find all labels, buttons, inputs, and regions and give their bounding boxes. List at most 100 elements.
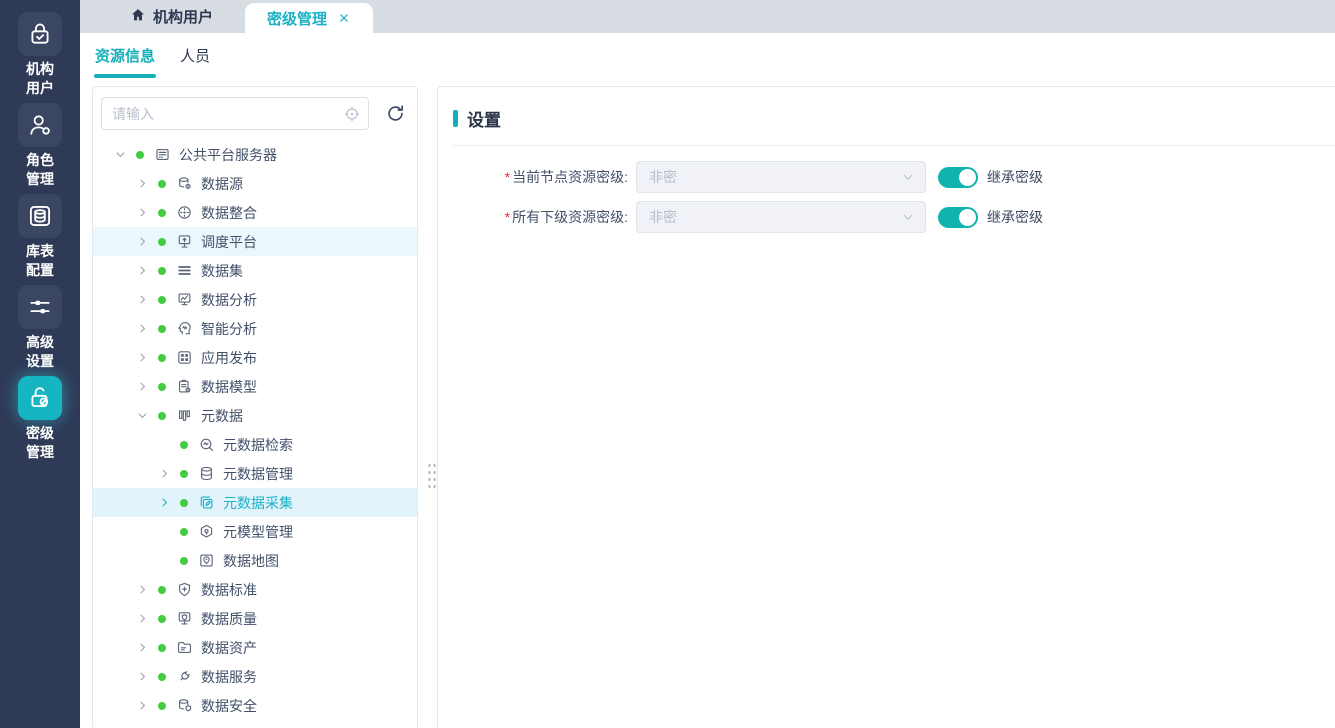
chevron-right-icon (136, 612, 149, 625)
sub-tab-label: 资源信息 (95, 45, 155, 66)
status-dot (158, 238, 166, 246)
tree-node[interactable]: 数据标准 (93, 575, 417, 604)
chevron-down-icon[interactable] (113, 148, 127, 162)
tree-node[interactable]: 公共平台服务器 (93, 140, 417, 169)
tree-node[interactable]: 应用发布 (93, 343, 417, 372)
chevron-right-icon[interactable] (135, 206, 149, 220)
content-area: 公共平台服务器数据源数据整合调度平台数据集数据分析智能分析应用发布数据模型元数据… (80, 78, 1335, 728)
map-icon (198, 552, 215, 569)
sidebar-item-advanced-settings[interactable]: 高级设置 (18, 285, 62, 371)
status-dot (180, 470, 188, 478)
sidebar-item-role-mgmt[interactable]: 角色管理 (18, 103, 62, 189)
chevron-down-icon[interactable] (135, 409, 149, 423)
sidebar-item-table-config[interactable]: 库表配置 (18, 194, 62, 280)
chevron-right-icon (136, 699, 149, 712)
lock-check-icon (27, 21, 53, 47)
database-icon (198, 465, 215, 482)
close-icon[interactable] (337, 11, 351, 25)
tree-node[interactable]: 数据集 (93, 256, 417, 285)
chevron-spacer (157, 438, 171, 452)
tree-node-label: 数据标准 (201, 580, 257, 600)
tree-node-label: 数据资产 (201, 638, 257, 658)
datasource-icon (176, 175, 193, 192)
tab-label: 密级管理 (267, 8, 327, 29)
status-dot (158, 180, 166, 188)
chevron-down-icon (901, 170, 915, 184)
tree-node-label: 数据源 (201, 174, 243, 194)
chevron-right-icon (136, 293, 149, 306)
ai-icon (176, 320, 193, 337)
form-row-0: *当前节点资源密级:非密继承密级 (438, 161, 1335, 193)
status-dot (158, 296, 166, 304)
chevron-right-icon[interactable] (135, 264, 149, 278)
tree-node[interactable]: 元数据检索 (93, 430, 417, 459)
tab-security-level[interactable]: 密级管理 (245, 3, 373, 33)
tab-org-user[interactable]: 机构用户 (130, 0, 213, 33)
tree-node[interactable]: 调度平台 (93, 227, 417, 256)
asset-icon (176, 639, 193, 656)
settings-panel: 设置 *当前节点资源密级:非密继承密级*所有下级资源密级:非密继承密级 (437, 86, 1335, 728)
security-level-select-0[interactable]: 非密 (636, 161, 926, 193)
settings-form: *当前节点资源密级:非密继承密级*所有下级资源密级:非密继承密级 (438, 161, 1335, 233)
tree-node[interactable]: 元模型管理 (93, 517, 417, 546)
refresh-button[interactable] (385, 103, 406, 124)
chevron-right-icon[interactable] (135, 177, 149, 191)
sidebar-item-label: 角色管理 (26, 151, 54, 189)
status-dot (158, 354, 166, 362)
tree-node-label: 数据地图 (223, 551, 279, 571)
integration-icon (176, 204, 193, 221)
sidebar-item-label: 库表配置 (26, 242, 54, 280)
tree-node[interactable]: 数据整合 (93, 198, 417, 227)
chevron-right-icon[interactable] (135, 322, 149, 336)
tree-node[interactable]: 元数据管理 (93, 459, 417, 488)
sidebar-item-security-level[interactable]: 密级管理 (18, 376, 62, 462)
tree-node[interactable]: 数据源 (93, 169, 417, 198)
inherit-toggle-0[interactable] (938, 167, 978, 188)
security-level-select-1[interactable]: 非密 (636, 201, 926, 233)
tree-node[interactable]: 数据安全 (93, 691, 417, 720)
chevron-down-icon (901, 170, 915, 184)
tree-node[interactable]: 数据资产 (93, 633, 417, 662)
chevron-right-icon[interactable] (135, 380, 149, 394)
chevron-right-icon (158, 496, 171, 509)
tree-node[interactable]: 数据分析 (93, 285, 417, 314)
chevron-right-icon[interactable] (157, 467, 171, 481)
inherit-toggle-1[interactable] (938, 207, 978, 228)
analysis-icon (176, 291, 193, 308)
tree-node[interactable]: 数据地图 (93, 546, 417, 575)
chevron-right-icon[interactable] (135, 670, 149, 684)
refresh-icon[interactable] (385, 103, 406, 124)
chevron-right-icon[interactable] (135, 612, 149, 626)
search-meta-icon (198, 436, 215, 453)
tab-personnel[interactable]: 人员 (180, 33, 210, 77)
panel-resize-handle[interactable] (426, 461, 437, 491)
tree-node[interactable]: 元数据 (93, 401, 417, 430)
status-dot (136, 151, 144, 159)
tree-node[interactable]: 元数据采集 (93, 488, 417, 517)
chevron-spacer (157, 554, 171, 568)
chevron-spacer (157, 525, 171, 539)
chevron-right-icon[interactable] (135, 699, 149, 713)
settings-title: 设置 (467, 106, 501, 131)
tree-node[interactable]: 数据质量 (93, 604, 417, 633)
section-accent-bar (453, 110, 458, 127)
tree-node[interactable]: 数据模型 (93, 372, 417, 401)
field-label: *所有下级资源密级: (438, 207, 628, 227)
tab-resource-info[interactable]: 资源信息 (95, 33, 155, 77)
status-dot (158, 673, 166, 681)
chevron-right-icon[interactable] (135, 351, 149, 365)
toggle-knob (959, 209, 976, 226)
security-level-tile (18, 376, 62, 420)
search-input[interactable] (101, 97, 369, 130)
close-icon[interactable] (337, 11, 351, 25)
chevron-right-icon[interactable] (135, 583, 149, 597)
chevron-right-icon[interactable] (157, 496, 171, 510)
resource-tree-panel: 公共平台服务器数据源数据整合调度平台数据集数据分析智能分析应用发布数据模型元数据… (92, 86, 418, 728)
tree-node[interactable]: 数据服务 (93, 662, 417, 691)
chevron-right-icon[interactable] (135, 235, 149, 249)
chevron-right-icon[interactable] (135, 293, 149, 307)
chevron-right-icon[interactable] (135, 641, 149, 655)
tree-node[interactable]: 智能分析 (93, 314, 417, 343)
sidebar-item-org-user[interactable]: 机构用户 (18, 12, 62, 98)
tree-node-label: 数据模型 (201, 377, 257, 397)
